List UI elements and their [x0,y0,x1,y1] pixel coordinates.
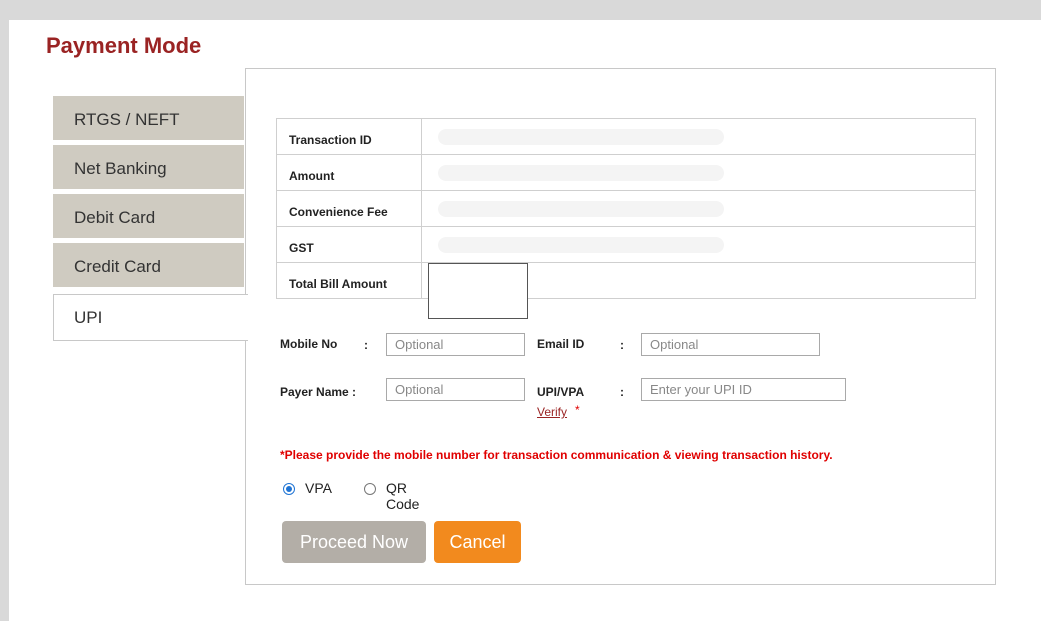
table-row: Transaction ID [276,118,976,155]
payer-name-label: Payer Name : [280,385,357,399]
tab-credit-card[interactable]: Credit Card [53,243,244,289]
page-title: Payment Mode [46,33,202,58]
masked-value [438,200,724,217]
table-row: Convenience Fee [276,190,976,227]
gst-value [421,226,976,263]
tab-rtgs-neft[interactable]: RTGS / NEFT [53,96,244,142]
qr-code-radio-label[interactable]: QR Code [386,480,419,512]
masked-value [438,236,724,253]
gst-label: GST [276,226,422,263]
tab-debit-card[interactable]: Debit Card [53,194,244,240]
window-left-border [0,20,9,621]
upi-vpa-input[interactable] [641,378,846,401]
transaction-id-value [421,118,976,155]
tab-net-banking[interactable]: Net Banking [53,145,244,191]
email-colon: : [620,338,624,352]
vpa-radio[interactable] [283,483,295,495]
masked-value [438,128,724,145]
cancel-button[interactable]: Cancel [434,521,521,563]
required-mark: * [575,403,580,417]
total-bill-amount-box [428,263,528,319]
table-row: Amount [276,154,976,191]
payer-name-input[interactable] [386,378,525,401]
mobile-notice: *Please provide the mobile number for tr… [280,448,833,462]
convenience-fee-value [421,190,976,227]
amount-label: Amount [276,154,422,191]
amount-value [421,154,976,191]
upi-vpa-colon: : [620,385,624,399]
proceed-now-button[interactable]: Proceed Now [282,521,426,563]
mobile-input[interactable] [386,333,525,356]
transaction-id-label: Transaction ID [276,118,422,155]
table-row: Total Bill Amount [276,262,976,299]
masked-value [438,164,724,181]
mobile-label: Mobile No [280,337,338,351]
upi-vpa-label: UPI/VPA [537,385,585,399]
mobile-colon: : [364,338,368,352]
email-label: Email ID [537,337,585,351]
email-input[interactable] [641,333,820,356]
table-row: GST [276,226,976,263]
total-bill-amount-label: Total Bill Amount [276,262,422,299]
transaction-summary-table: Transaction ID Amount Convenience Fee GS… [276,118,976,299]
vpa-radio-label[interactable]: VPA [305,480,332,496]
convenience-fee-label: Convenience Fee [276,190,422,227]
window-top-border [0,0,1041,20]
verify-link[interactable]: Verify [537,405,567,419]
qr-code-radio[interactable] [364,483,376,495]
tab-upi[interactable]: UPI [53,294,248,341]
